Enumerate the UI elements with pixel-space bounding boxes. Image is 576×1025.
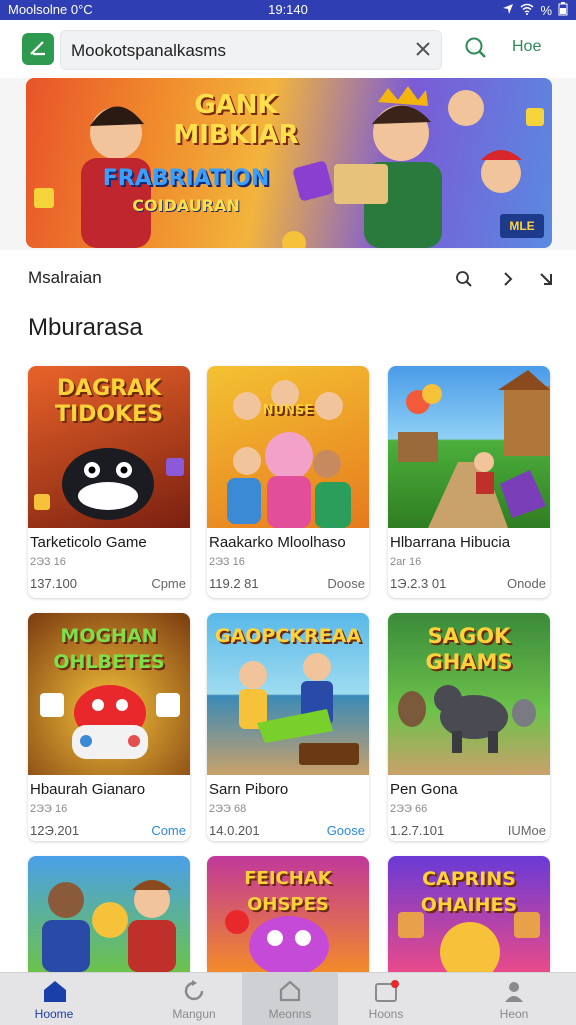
game-tag: Goose <box>326 823 365 838</box>
bottom-nav: Hoome Mangun Meonns Hoons Heon <box>0 972 576 1025</box>
game-meta: 2ЭЭ 16 <box>30 803 68 815</box>
game-name: Hlbarrana Hibucia <box>390 534 511 551</box>
game-meta: 2ЭЭ 68 <box>209 803 247 815</box>
game-thumb-title: DAGRAK TIDOKES <box>54 376 164 427</box>
refresh-icon <box>182 979 206 1008</box>
game-thumb-title: SAGOK GHAMS <box>425 624 513 674</box>
profile-icon <box>502 979 526 1008</box>
game-count: 12Э.201 <box>30 823 80 838</box>
game-meta: 2ЭЭ 66 <box>390 803 428 815</box>
game-thumb-title: NUNSE <box>262 403 314 418</box>
bottom-nav-label: Hoons <box>368 1007 404 1021</box>
game-name: Hbaurah Gianaro <box>30 781 146 798</box>
game-card[interactable]: GAOPCKREAA Sarn Piboro 2ЭЭ 68 14.0.201 G… <box>207 613 369 841</box>
bottom-nav-home[interactable]: Hoome <box>6 973 102 1025</box>
bottom-nav-label: Mangun <box>172 1007 216 1021</box>
game-name: Tarketicolo Game <box>30 534 147 551</box>
game-card[interactable]: NUNSE Raakarko Mloolhaso 2ЭЗ 16 119.2 81… <box>207 366 369 598</box>
game-thumbnail: DAGRAK TIDOKES <box>28 366 190 528</box>
game-tag: Cpme <box>151 576 186 591</box>
games-grid: DAGRAK TIDOKES Tarketicolo Game 2ЭЗ 16 1… <box>0 0 576 1024</box>
game-thumbnail: MOGHAN OHLBETES <box>28 613 190 775</box>
game-name: Pen Gona <box>390 781 458 798</box>
game-name: Sarn Piboro <box>209 781 289 798</box>
game-tag: Doose <box>327 576 365 591</box>
game-tag: IUMoe <box>507 823 546 838</box>
game-count: 1.2.7.101 <box>390 823 445 838</box>
game-card[interactable]: SAGOK GHAMS Pen Gona 2ЭЭ 66 1.2.7.101 IU… <box>388 613 550 841</box>
game-thumbnail <box>28 856 190 972</box>
game-card[interactable] <box>28 856 190 972</box>
game-thumbnail: NUNSE <box>207 366 369 528</box>
game-thumb-title: GAOPCKREAA <box>214 625 362 647</box>
game-name: Raakarko Mloolhaso <box>209 534 346 551</box>
game-thumb-title: FEICHAK OHSPES <box>244 868 332 915</box>
game-card[interactable]: MOGHAN OHLBETES Hbaurah Gianaro 2ЭЭ 16 1… <box>28 613 190 841</box>
game-meta: 2ar 16 <box>390 556 422 568</box>
game-count: 119.2 81 <box>209 576 259 591</box>
bottom-nav-item[interactable]: Hoons <box>338 973 434 1025</box>
game-meta: 2ЭЗ 16 <box>209 556 245 568</box>
game-meta: 2ЭЗ 16 <box>30 556 66 568</box>
game-tag: Onode <box>506 576 546 591</box>
game-thumb-title: CAPRINS OHAIHES <box>420 868 518 916</box>
game-thumb-title: MOGHAN OHLBETES <box>53 625 165 673</box>
game-card[interactable]: CAPRINS OHAIHES <box>388 856 550 972</box>
bottom-nav-label: Meonns <box>268 1007 312 1021</box>
game-count: 1Э.2.3 01 <box>390 576 447 591</box>
bottom-nav-label: Heon <box>499 1007 529 1021</box>
game-thumbnail: SAGOK GHAMS <box>388 613 550 775</box>
notification-icon <box>374 979 400 1008</box>
bottom-nav-label: Hoome <box>34 1007 74 1021</box>
game-card[interactable]: DAGRAK TIDOKES Tarketicolo Game 2ЭЗ 16 1… <box>28 366 190 598</box>
game-card[interactable]: Hlbarrana Hibucia 2ar 16 1Э.2.3 01 Onode <box>388 366 550 598</box>
game-thumbnail <box>388 366 550 528</box>
home-outline-icon <box>278 979 302 1008</box>
bottom-nav-item[interactable]: Mangun <box>146 973 242 1025</box>
game-thumbnail: FEICHAK OHSPES <box>207 856 369 972</box>
game-count: 137.100 <box>30 576 77 591</box>
bottom-nav-item[interactable]: Heon <box>466 973 562 1025</box>
game-thumbnail: CAPRINS OHAIHES <box>388 856 550 972</box>
game-card[interactable]: FEICHAK OHSPES <box>207 856 369 972</box>
game-count: 14.0.201 <box>209 823 260 838</box>
game-thumbnail: GAOPCKREAA <box>207 613 369 775</box>
bottom-nav-item[interactable]: Meonns <box>242 973 338 1025</box>
game-tag: Come <box>151 823 186 838</box>
home-icon <box>42 979 68 1008</box>
